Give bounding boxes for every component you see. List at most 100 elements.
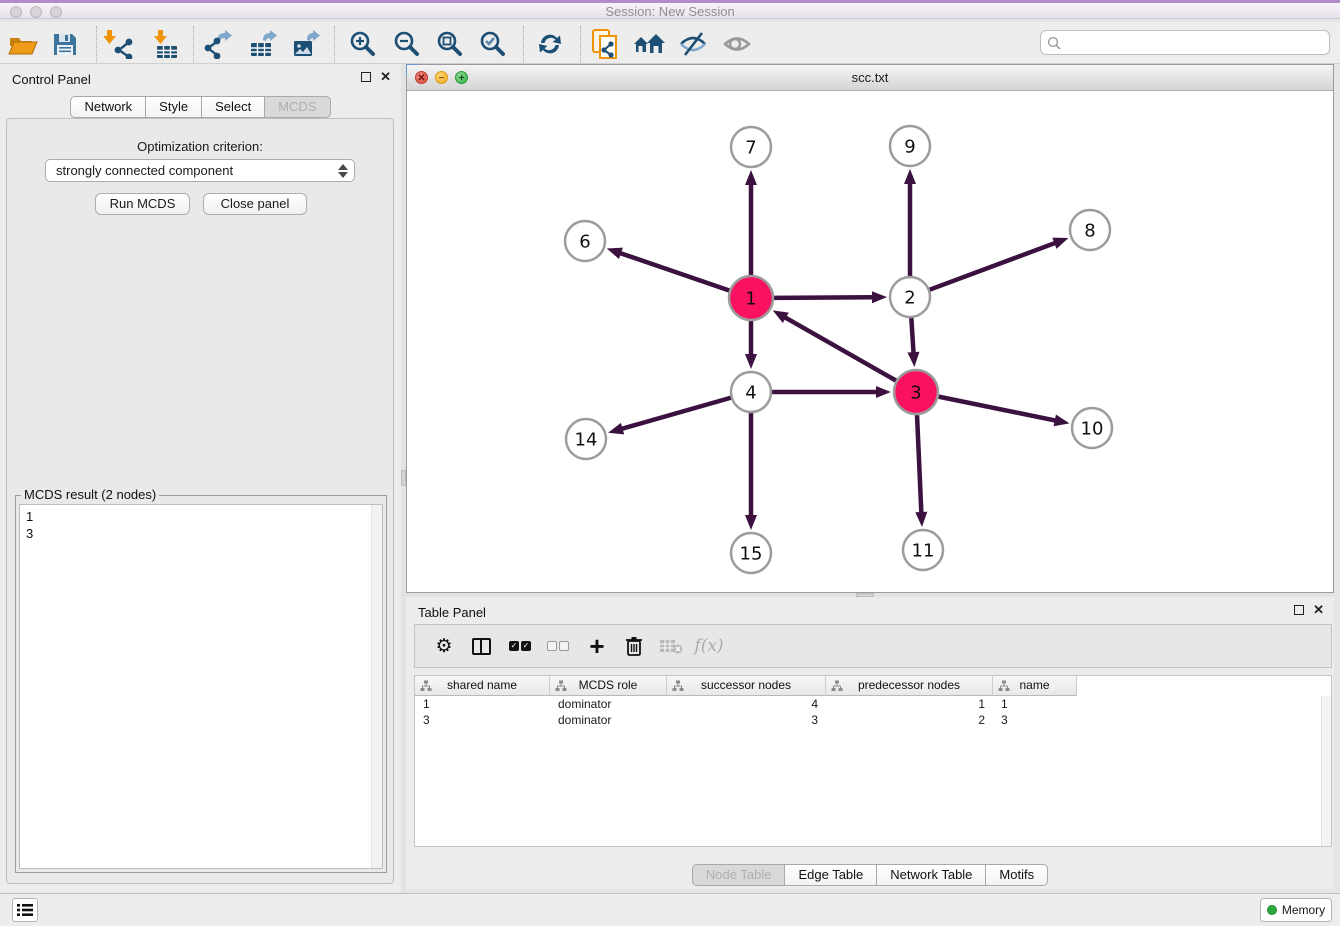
- checked-box-icon: ✓: [509, 641, 519, 651]
- float-panel-icon[interactable]: [361, 72, 371, 82]
- edge-arrowhead: [745, 354, 757, 369]
- run-mcds-button[interactable]: Run MCDS: [95, 193, 190, 215]
- table-tab-network-table[interactable]: Network Table: [877, 864, 986, 886]
- table-tab-motifs[interactable]: Motifs: [986, 864, 1048, 886]
- edge-4-14[interactable]: [621, 398, 731, 429]
- network-window-titlebar[interactable]: ✕ − + scc.txt: [407, 65, 1333, 91]
- network-window-title: scc.txt: [407, 70, 1333, 85]
- table-cell: 4: [667, 696, 826, 712]
- edge-1-2[interactable]: [774, 297, 874, 298]
- close-panel-icon[interactable]: ✕: [380, 72, 391, 82]
- app-title: Session: New Session: [0, 4, 1340, 19]
- main-toolbar: [0, 22, 1340, 64]
- table-cell: 2: [826, 712, 993, 728]
- edge-arrowhead: [872, 291, 887, 303]
- edge-1-6[interactable]: [619, 253, 729, 291]
- table-row[interactable]: 3dominator323: [415, 712, 1331, 728]
- mcds-result-title: MCDS result (2 nodes): [21, 487, 159, 502]
- column-header-MCDS-role[interactable]: MCDS role: [550, 676, 667, 696]
- table-settings-button[interactable]: ⚙: [427, 625, 461, 667]
- zoom-out-icon: [393, 30, 421, 58]
- edge-3-11[interactable]: [917, 415, 921, 514]
- float-table-panel-icon[interactable]: [1294, 605, 1304, 615]
- close-panel-button[interactable]: Close panel: [203, 193, 307, 215]
- zoom-selected-button[interactable]: [477, 28, 509, 60]
- network-view-window: ✕ − + scc.txt 1234678910111415: [406, 64, 1334, 593]
- zoom-out-button[interactable]: [391, 28, 423, 60]
- hide-panel-button[interactable]: [677, 28, 709, 60]
- memory-label: Memory: [1282, 903, 1325, 917]
- trash-icon: [624, 635, 644, 657]
- eye-icon: [722, 31, 752, 57]
- table-tab-node-table[interactable]: Node Table: [692, 864, 786, 886]
- table-tab-edge-table[interactable]: Edge Table: [785, 864, 877, 886]
- memory-status-dot: [1267, 905, 1277, 915]
- import-table-icon: [150, 29, 180, 59]
- column-header-shared-name[interactable]: shared name: [415, 676, 550, 696]
- gear-icon: ⚙: [435, 635, 452, 658]
- control-panel-title: Control Panel: [12, 72, 91, 87]
- mcds-result-text: 1 3: [26, 508, 366, 865]
- mcds-result-box[interactable]: 1 3: [19, 504, 383, 869]
- search-input[interactable]: [1061, 33, 1329, 53]
- memory-button[interactable]: Memory: [1260, 898, 1332, 922]
- mcds-panel: Optimization criterion: strongly connect…: [6, 118, 394, 884]
- unselect-all-columns-button[interactable]: [541, 625, 575, 667]
- criterion-value: strongly connected component: [56, 163, 233, 178]
- table-pane-mode-button[interactable]: [464, 625, 498, 667]
- tab-style[interactable]: Style: [146, 96, 202, 118]
- network-graph[interactable]: 1234678910111415: [407, 91, 1333, 592]
- control-panel: Control Panel ✕ NetworkStyleSelectMCDS O…: [0, 64, 401, 893]
- edge-arrowhead: [773, 310, 789, 323]
- edge-2-3[interactable]: [911, 318, 913, 354]
- dropdown-stepper-icon: [338, 163, 348, 179]
- search-icon: [1047, 36, 1061, 50]
- open-session-button[interactable]: [7, 28, 39, 60]
- delete-table-icon: [659, 638, 683, 654]
- export-image-button[interactable]: [290, 28, 322, 60]
- zoom-in-button[interactable]: [347, 28, 379, 60]
- criterion-dropdown[interactable]: strongly connected component: [45, 159, 355, 182]
- table-cell: 3: [667, 712, 826, 728]
- import-network-button[interactable]: [103, 28, 135, 60]
- edge-3-1[interactable]: [784, 317, 896, 381]
- graph-node-label-15: 15: [740, 544, 763, 565]
- table-tabs: Node TableEdge TableNetwork TableMotifs: [406, 864, 1334, 886]
- refresh-view-button[interactable]: [534, 28, 566, 60]
- column-header-successor-nodes[interactable]: successor nodes: [667, 676, 826, 696]
- column-header-predecessor-nodes[interactable]: predecessor nodes: [826, 676, 993, 696]
- close-table-panel-icon[interactable]: ✕: [1313, 605, 1324, 615]
- save-session-button[interactable]: [49, 28, 81, 60]
- import-table-button[interactable]: [149, 28, 181, 60]
- result-scrollbar[interactable]: [371, 505, 382, 868]
- clone-network-button[interactable]: [589, 28, 621, 60]
- add-column-button[interactable]: +: [580, 625, 614, 667]
- edge-2-8[interactable]: [930, 243, 1057, 290]
- graph-node-label-9: 9: [904, 137, 915, 158]
- home-layout-button[interactable]: [633, 28, 665, 60]
- function-builder-button-disabled: f(x): [692, 625, 726, 667]
- show-panel-button[interactable]: [721, 28, 753, 60]
- toolbar-separator: [96, 26, 97, 62]
- export-table-button[interactable]: [247, 28, 279, 60]
- edge-3-10[interactable]: [939, 397, 1057, 421]
- table-cell: 3: [993, 712, 1077, 728]
- export-network-button[interactable]: [203, 28, 235, 60]
- column-header-name[interactable]: name: [993, 676, 1077, 696]
- table-scrollbar[interactable]: [1321, 696, 1331, 846]
- tab-select[interactable]: Select: [202, 96, 265, 118]
- zoom-fit-button[interactable]: [434, 28, 466, 60]
- search-field[interactable]: [1040, 30, 1330, 55]
- delete-column-button[interactable]: [617, 625, 651, 667]
- select-all-columns-button[interactable]: ✓✓: [503, 625, 537, 667]
- edge-arrowhead: [745, 170, 757, 185]
- network-canvas[interactable]: 1234678910111415: [407, 91, 1333, 592]
- checked-box-icon: ✓: [521, 641, 531, 651]
- tab-network[interactable]: Network: [70, 96, 146, 118]
- table-body: 1dominator4113dominator323: [415, 696, 1331, 728]
- tab-mcds[interactable]: MCDS: [265, 96, 330, 118]
- table-row[interactable]: 1dominator411: [415, 696, 1331, 712]
- task-history-button[interactable]: [12, 898, 38, 922]
- toolbar-separator: [334, 26, 335, 62]
- import-network-icon: [104, 29, 134, 59]
